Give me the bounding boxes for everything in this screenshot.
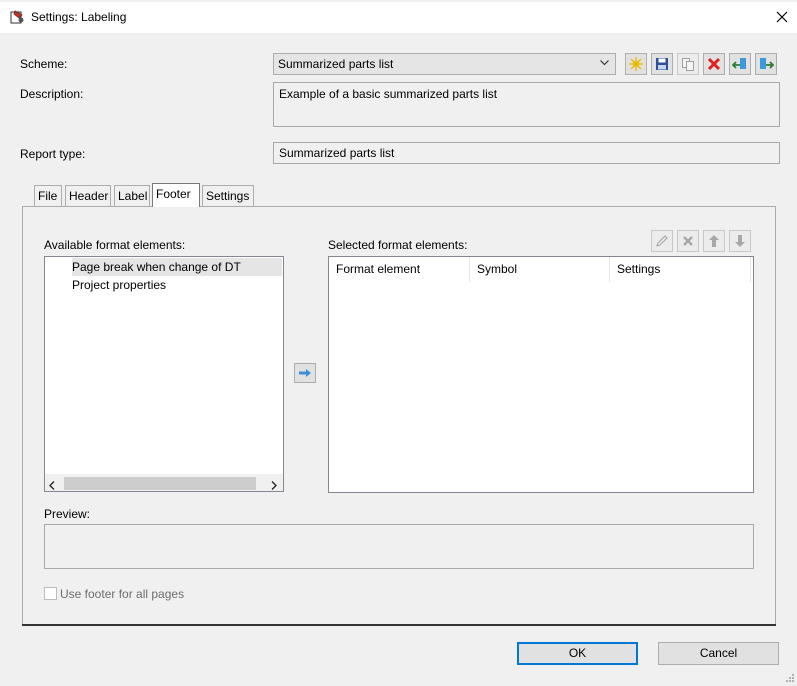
save-icon bbox=[656, 58, 668, 70]
tab-file[interactable]: File bbox=[34, 185, 62, 206]
scheme-dropdown[interactable]: Summarized parts list bbox=[273, 53, 616, 75]
list-item-label: Page break when change of DT bbox=[72, 260, 241, 274]
delete-icon bbox=[683, 236, 693, 246]
move-down-button[interactable] bbox=[729, 230, 751, 252]
app-icon bbox=[9, 9, 25, 25]
preview-label: Preview: bbox=[44, 507, 91, 521]
tab-label[interactable]: Label bbox=[114, 185, 150, 206]
scroll-right-button[interactable] bbox=[271, 479, 277, 493]
arrow-down-icon bbox=[735, 235, 745, 247]
arrow-right-icon bbox=[299, 369, 311, 377]
selected-elements-table[interactable]: Format element Symbol Settings bbox=[328, 256, 754, 493]
column-header-settings[interactable]: Settings bbox=[610, 257, 751, 282]
available-elements-list[interactable]: Page break when change of DT Project pro… bbox=[44, 256, 284, 492]
add-element-button[interactable] bbox=[294, 363, 316, 383]
chevron-right-icon bbox=[271, 481, 277, 490]
list-item-selected[interactable]: Page break when change of DT bbox=[72, 258, 282, 276]
export-scheme-button[interactable] bbox=[755, 53, 777, 75]
chevron-down-icon bbox=[600, 60, 609, 66]
preview-box bbox=[44, 524, 754, 569]
scheme-label: Scheme: bbox=[20, 57, 68, 71]
tab-header[interactable]: Header bbox=[65, 185, 111, 206]
save-scheme-button[interactable] bbox=[651, 53, 673, 75]
ok-button[interactable]: OK bbox=[517, 642, 638, 665]
new-icon bbox=[629, 57, 643, 71]
import-icon bbox=[732, 58, 746, 69]
copy-icon bbox=[682, 58, 694, 71]
selected-elements-label: Selected format elements: bbox=[328, 238, 468, 252]
move-up-button[interactable] bbox=[703, 230, 725, 252]
scrollbar-thumb[interactable] bbox=[64, 477, 256, 490]
available-elements-label: Available format elements: bbox=[44, 238, 186, 252]
description-label: Description: bbox=[20, 87, 84, 101]
use-footer-label: Use footer for all pages bbox=[60, 587, 185, 601]
scroll-left-button[interactable] bbox=[49, 479, 55, 493]
tab-settings[interactable]: Settings bbox=[202, 185, 254, 206]
description-field[interactable]: Example of a basic summarized parts list bbox=[273, 82, 780, 127]
export-icon bbox=[760, 58, 774, 69]
column-header-symbol[interactable]: Symbol bbox=[470, 257, 610, 282]
chevron-left-icon bbox=[49, 481, 55, 490]
tab-footer[interactable]: Footer bbox=[152, 183, 200, 207]
delete-scheme-button[interactable] bbox=[703, 53, 725, 75]
copy-scheme-button[interactable] bbox=[677, 53, 699, 75]
window-top-edge bbox=[0, 0, 797, 2]
resize-grip[interactable] bbox=[784, 672, 795, 686]
use-footer-checkbox[interactable] bbox=[44, 587, 57, 600]
cancel-button[interactable]: Cancel bbox=[658, 642, 779, 665]
delete-icon bbox=[707, 57, 721, 71]
close-icon bbox=[776, 11, 788, 23]
close-button[interactable] bbox=[770, 5, 794, 29]
scheme-dropdown-value: Summarized parts list bbox=[278, 57, 394, 71]
pencil-icon bbox=[656, 235, 668, 247]
window-title: Settings: Labeling bbox=[31, 10, 127, 24]
remove-element-button[interactable] bbox=[677, 230, 699, 252]
report-type-label: Report type: bbox=[20, 147, 86, 161]
arrow-up-icon bbox=[709, 235, 719, 247]
new-scheme-button[interactable] bbox=[625, 53, 647, 75]
import-scheme-button[interactable] bbox=[729, 53, 751, 75]
resize-grip-icon bbox=[786, 674, 794, 682]
tab-panel-bottom-edge bbox=[22, 624, 776, 626]
list-item[interactable]: Project properties bbox=[72, 276, 166, 294]
report-type-field: Summarized parts list bbox=[273, 142, 780, 164]
column-header-format-element[interactable]: Format element bbox=[329, 257, 470, 282]
list-item-label: Project properties bbox=[72, 278, 167, 292]
edit-element-button[interactable] bbox=[651, 230, 673, 252]
